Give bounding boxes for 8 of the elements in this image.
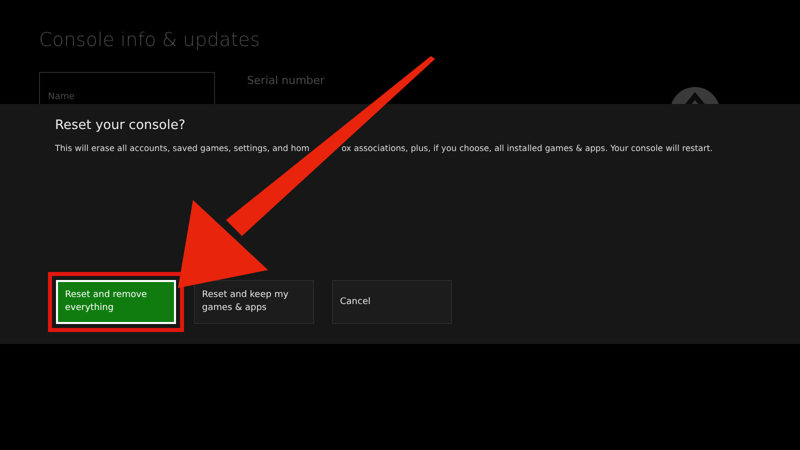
dialog-button[interactable]: Reset and keep my games & apps — [194, 280, 314, 324]
page-title: Console info & updates — [39, 29, 261, 51]
dialog-title: Reset your console? — [55, 118, 186, 133]
dialog-description: This will erase all accounts, saved games, settings, and hom — [55, 143, 310, 153]
dialog-button[interactable]: Reset and remove everything — [56, 280, 176, 324]
dialog-description: ox associations, plus, if you choose, all installed games & apps. Your console will restart. — [341, 143, 713, 153]
serial-label: Serial number — [247, 74, 325, 87]
dialog-button[interactable]: Cancel — [332, 280, 452, 324]
